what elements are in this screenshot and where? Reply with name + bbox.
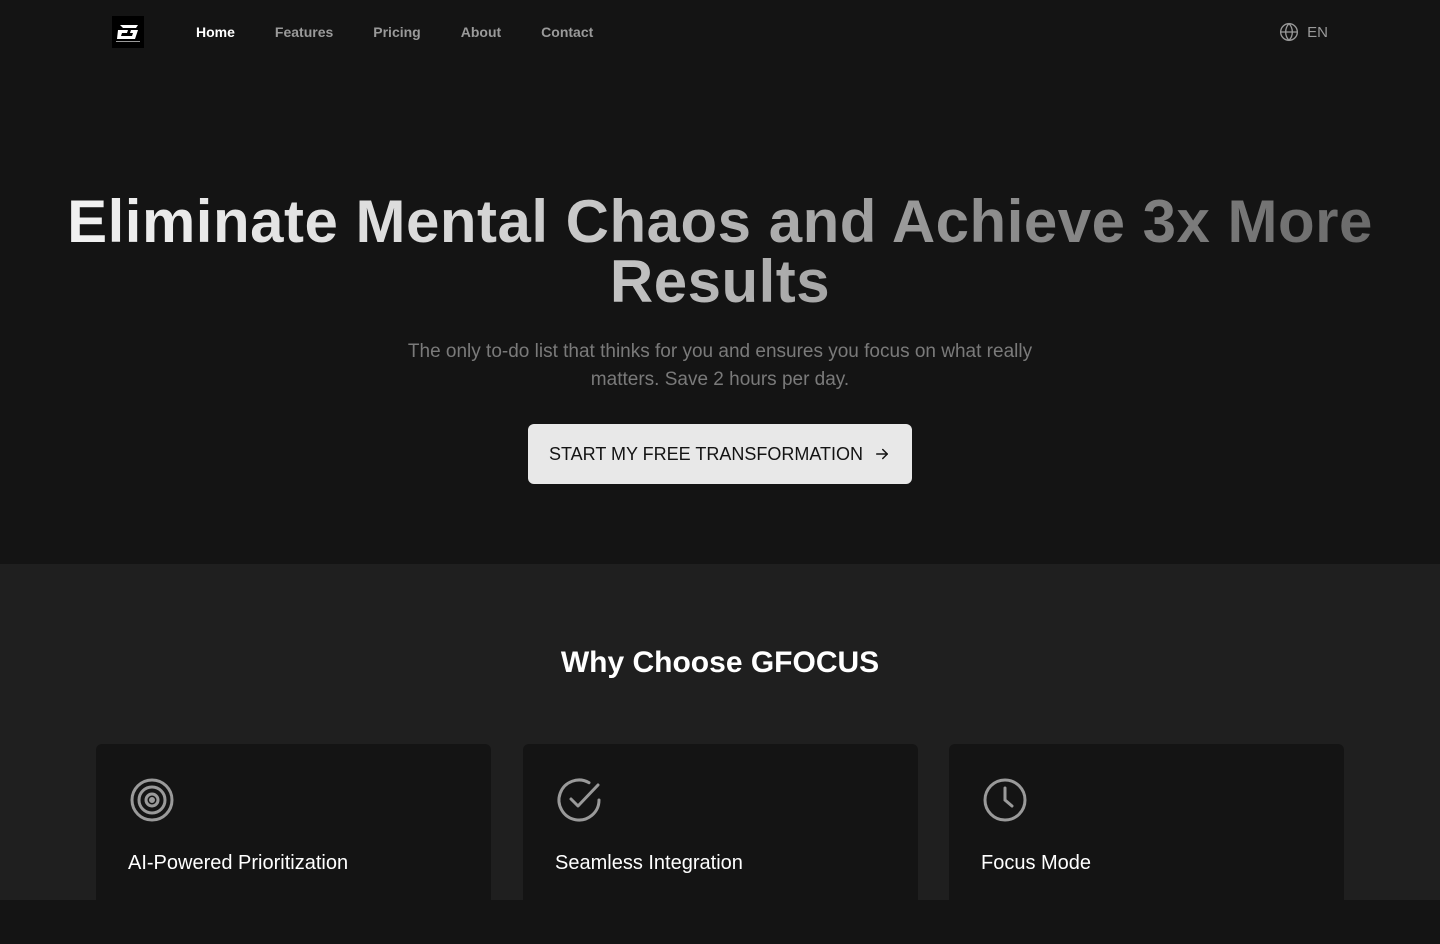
clock-icon xyxy=(983,778,1027,822)
nav-link-features[interactable]: Features xyxy=(275,24,333,40)
main-nav: Home Features Pricing About Contact xyxy=(196,0,593,64)
nav-link-pricing[interactable]: Pricing xyxy=(373,24,420,40)
language-selector[interactable]: EN xyxy=(1279,20,1328,44)
nav-link-about[interactable]: About xyxy=(461,24,501,40)
feature-card-title: Seamless Integration xyxy=(555,852,743,874)
feature-card-title: Focus Mode xyxy=(981,852,1092,874)
logo-mark-icon xyxy=(116,25,140,42)
nav-link-contact[interactable]: Contact xyxy=(541,24,593,40)
start-free-transformation-button[interactable]: START MY FREE TRANSFORMATION xyxy=(528,424,912,484)
cta-label: START MY FREE TRANSFORMATION xyxy=(548,443,864,464)
arrow-right-icon xyxy=(876,448,889,460)
gfocus-logo[interactable] xyxy=(112,16,144,48)
hero-subtitle: The only to-do list that thinks for you … xyxy=(407,341,1033,390)
target-icon xyxy=(130,778,174,822)
features-section: Why Choose GFOCUS AI-Powered Prioritizat… xyxy=(0,564,1440,944)
hero-section: Eliminate Mental Chaos and Achieve 3x Mo… xyxy=(0,64,1440,564)
check-circle-icon xyxy=(557,778,601,822)
nav-link-home[interactable]: Home xyxy=(196,24,235,40)
feature-card-seamless-integration: Seamless Integration xyxy=(523,744,918,944)
language-label: EN xyxy=(1307,23,1328,41)
hero-title: Eliminate Mental Chaos and Achieve 3x Mo… xyxy=(60,192,1380,312)
feature-card-title: AI-Powered Prioritization xyxy=(128,852,349,874)
feature-card-ai-prioritization: AI-Powered Prioritization xyxy=(96,744,491,944)
globe-icon xyxy=(1280,22,1299,42)
features-title: Why Choose GFOCUS xyxy=(560,646,880,679)
feature-card-focus-mode: Focus Mode xyxy=(949,744,1344,944)
top-navigation: Home Features Pricing About Contact EN xyxy=(0,0,1440,64)
